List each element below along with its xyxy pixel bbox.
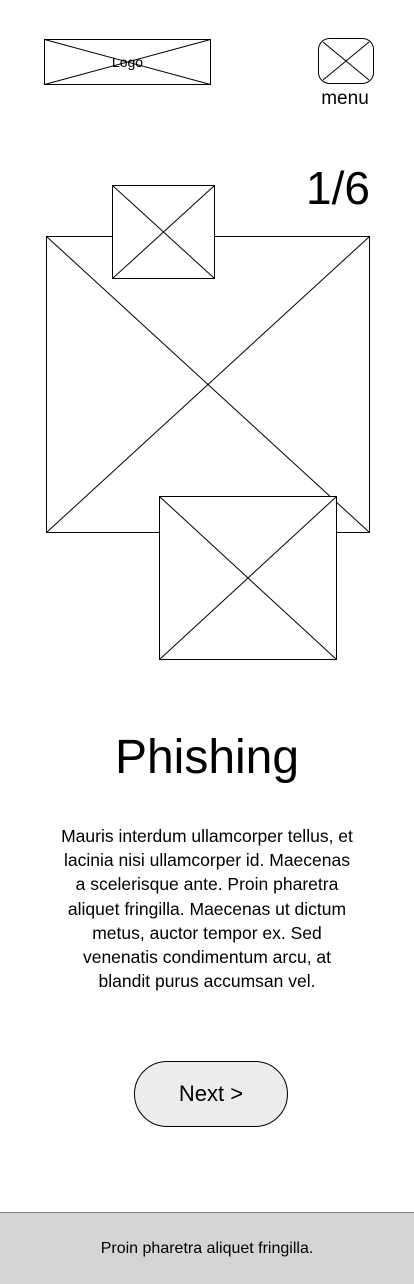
slide-title: Phishing: [114, 731, 300, 784]
menu-icon: [318, 38, 374, 84]
top-overlay-image: [112, 185, 215, 279]
bottom-overlay-image-placeholder: [159, 496, 337, 660]
menu-label[interactable]: menu: [300, 88, 390, 110]
footer: Proin pharetra aliquet fringilla.: [0, 1212, 414, 1284]
main-image: [46, 236, 370, 533]
menu-button[interactable]: [316, 37, 374, 85]
slide-counter: 1/6: [306, 162, 370, 214]
bottom-overlay-image: [159, 496, 337, 660]
logo-label: Logo: [111, 54, 144, 70]
main-image-placeholder: [46, 236, 370, 533]
footer-text: Proin pharetra aliquet fringilla.: [100, 1239, 314, 1257]
logo: Logo: [44, 39, 211, 85]
slide-description: Mauris interdum ullamcorper tellus, et l…: [61, 826, 353, 992]
top-overlay-image-placeholder: [112, 185, 215, 279]
next-button[interactable]: Next >: [134, 1061, 288, 1127]
